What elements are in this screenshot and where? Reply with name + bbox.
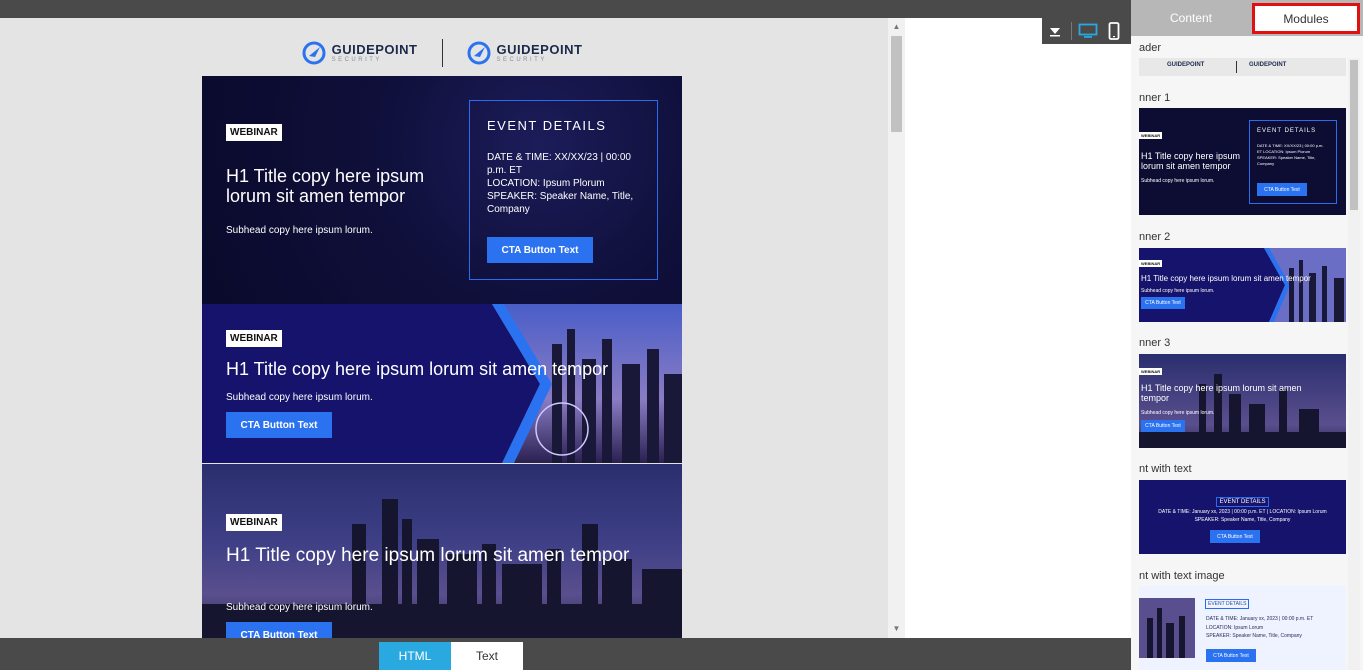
mini-event-line: DATE & TIME: January xx, 2023 | 00:00 p.… xyxy=(1158,509,1327,515)
banner-subhead: Subhead copy here ipsum lorum. xyxy=(226,392,373,403)
mini-logo: GUIDEPOINT xyxy=(1167,62,1205,68)
tab-modules[interactable]: Modules xyxy=(1252,3,1360,34)
mini-event-text: DATE & TIME: XX/XX/23 | 00:00 p.m. ET LO… xyxy=(1257,143,1324,166)
mini-title: H1 Title copy here ipsum lorum sit amen … xyxy=(1141,151,1241,171)
mini-skyline-image xyxy=(1264,248,1346,322)
scroll-down-icon[interactable]: ▼ xyxy=(888,622,905,636)
module-banner-3-thumb[interactable]: WEBINAR H1 Title copy here ipsum lorum s… xyxy=(1139,354,1346,448)
banner-3[interactable]: WEBINAR H1 Title copy here ipsum lorum s… xyxy=(202,464,682,638)
cta-button[interactable]: CTA Button Text xyxy=(226,412,332,438)
canvas-scrollbar[interactable]: ▲ ▼ xyxy=(888,18,905,638)
webinar-badge: WEBINAR xyxy=(226,124,282,141)
mini-subhead: Subhead copy here ipsum lorum. xyxy=(1141,178,1215,184)
mini-webinar-badge: WEBINAR xyxy=(1139,132,1163,139)
banner-subhead: Subhead copy here ipsum lorum. xyxy=(226,225,373,236)
city-skyline-image xyxy=(492,304,682,463)
editor-bottom-bar: HTML Text xyxy=(0,638,1131,670)
banner-1[interactable]: WEBINAR H1 Title copy here ipsum lorum s… xyxy=(202,76,682,304)
editor-top-bar xyxy=(0,0,1131,18)
module-event-text-image-thumb[interactable]: EVENT DETAILS DATE & TIME: January xx, 2… xyxy=(1139,586,1346,670)
cta-button[interactable]: CTA Button Text xyxy=(226,622,332,638)
guidepoint-logo-icon xyxy=(302,41,326,65)
cta-button[interactable]: CTA Button Text xyxy=(487,237,593,263)
event-details-title: EVENT DETAILS xyxy=(487,118,607,133)
module-label: nner 3 xyxy=(1139,337,1171,349)
webinar-badge: WEBINAR xyxy=(226,514,282,531)
tab-content[interactable]: Content xyxy=(1131,0,1251,36)
event-details-text: DATE & TIME: XX/XX/23 | 00:00 p.m. ET LO… xyxy=(487,151,647,216)
event-details-box: EVENT DETAILS DATE & TIME: XX/XX/23 | 00… xyxy=(469,100,658,280)
mini-subhead: Subhead copy here ipsum lorum. xyxy=(1141,288,1215,294)
mini-title: H1 Title copy here ipsum lorum sit amen … xyxy=(1141,383,1302,403)
module-label: nner 1 xyxy=(1139,92,1171,104)
webinar-badge: WEBINAR xyxy=(226,330,282,347)
mini-webinar-badge: WEBINAR xyxy=(1139,260,1163,267)
mini-event-box: EVENT DETAILS DATE & TIME: XX/XX/23 | 00… xyxy=(1249,120,1337,204)
module-label: nner 2 xyxy=(1139,231,1171,243)
mini-cta-button: CTA Button Text xyxy=(1257,183,1307,196)
module-header-thumb[interactable]: GUIDEPOINT GUIDEPOINT xyxy=(1139,58,1346,76)
email-canvas[interactable]: GUIDEPOINT SECURITY GUIDEPOINT SECURITY … xyxy=(0,18,888,638)
guidepoint-logo-icon xyxy=(467,41,490,65)
logo-name: GUIDEPOINT xyxy=(331,41,418,57)
device-preview-toolbar xyxy=(1042,18,1131,44)
module-label: nt with text image xyxy=(1139,570,1225,582)
guidepoint-logo: GUIDEPOINT SECURITY xyxy=(302,41,418,65)
email-header: GUIDEPOINT SECURITY GUIDEPOINT SECURITY xyxy=(202,30,682,76)
guidepoint-logo: GUIDEPOINT SECURITY xyxy=(467,41,583,65)
mini-event-title: EVENT DETAILS xyxy=(1216,497,1269,507)
mini-event-line: SPEAKER: Speaker Name, Title, Company xyxy=(1194,517,1291,523)
scroll-up-icon[interactable]: ▲ xyxy=(888,20,905,34)
modules-panel: Content Modules ader GUIDEPOINT GUIDEPOI… xyxy=(1131,0,1363,670)
module-label: ader xyxy=(1139,42,1162,54)
tab-text[interactable]: Text xyxy=(451,642,523,670)
banner-2[interactable]: WEBINAR H1 Title copy here ipsum lorum s… xyxy=(202,304,682,463)
canvas-gutter xyxy=(905,18,1131,638)
desktop-icon[interactable] xyxy=(1075,18,1101,44)
event-location-line: LOCATION: Ipsum Plorum xyxy=(487,178,605,189)
module-banner-1-thumb[interactable]: WEBINAR H1 Title copy here ipsum lorum s… xyxy=(1139,108,1346,215)
mini-city-image xyxy=(1139,598,1195,658)
mini-cta-button: CTA Button Text xyxy=(1141,420,1185,432)
mini-cta-button: CTA Button Text xyxy=(1206,649,1256,662)
toolbar-divider xyxy=(1071,22,1072,40)
mini-title: H1 Title copy here ipsum lorum sit amen … xyxy=(1141,274,1311,283)
mini-webinar-badge: WEBINAR xyxy=(1139,368,1163,375)
event-speaker-line: SPEAKER: Speaker Name, Title, Company xyxy=(487,191,634,215)
module-label: nt with text xyxy=(1139,463,1192,475)
banner-title: H1 Title copy here ipsum lorum sit amen … xyxy=(226,359,609,379)
logo-sub: SECURITY xyxy=(331,56,382,63)
banner-title: H1 Title copy here ipsum lorum sit amen … xyxy=(226,166,425,206)
scrollbar-thumb[interactable] xyxy=(1350,60,1358,210)
mini-event-line: DATE & TIME: January xx, 2023 | 00:00 p.… xyxy=(1206,616,1314,622)
scrollbar-thumb[interactable] xyxy=(891,36,902,132)
logo-name: GUIDEPOINT xyxy=(496,41,583,57)
banner-subhead: Subhead copy here ipsum lorum. xyxy=(226,602,373,613)
mini-event-line: SPEAKER: Speaker Name, Title, Company xyxy=(1206,633,1302,639)
mini-logo-divider xyxy=(1236,61,1237,73)
mini-logo: GUIDEPOINT xyxy=(1249,62,1287,68)
logo-divider xyxy=(441,39,443,67)
event-date-line: DATE & TIME: XX/XX/23 | 00:00 p.m. ET xyxy=(487,152,631,176)
tab-html[interactable]: HTML xyxy=(379,642,451,670)
modules-scrollbar[interactable] xyxy=(1348,58,1360,670)
logo-sub: SECURITY xyxy=(496,56,547,63)
module-banner-2-thumb[interactable]: WEBINAR H1 Title copy here ipsum lorum s… xyxy=(1139,248,1346,322)
mini-event-title: EVENT DETAILS xyxy=(1205,599,1250,609)
mini-event-line: LOCATION: Ipsum Lorum xyxy=(1206,625,1264,631)
banner-title: H1 Title copy here ipsum lorum sit amen … xyxy=(226,545,630,566)
module-event-text-thumb[interactable]: EVENT DETAILS DATE & TIME: January xx, 2… xyxy=(1139,480,1346,554)
mini-cta-button: CTA Button Text xyxy=(1210,530,1260,543)
panel-tabs: Content Modules xyxy=(1131,0,1363,36)
mobile-icon[interactable] xyxy=(1101,18,1127,44)
collapse-icon[interactable] xyxy=(1042,18,1068,44)
mini-event-title: EVENT DETAILS xyxy=(1257,128,1317,134)
mini-subhead: Subhead copy here ipsum lorum. xyxy=(1141,410,1215,416)
mini-cta-button: CTA Button Text xyxy=(1141,297,1185,309)
